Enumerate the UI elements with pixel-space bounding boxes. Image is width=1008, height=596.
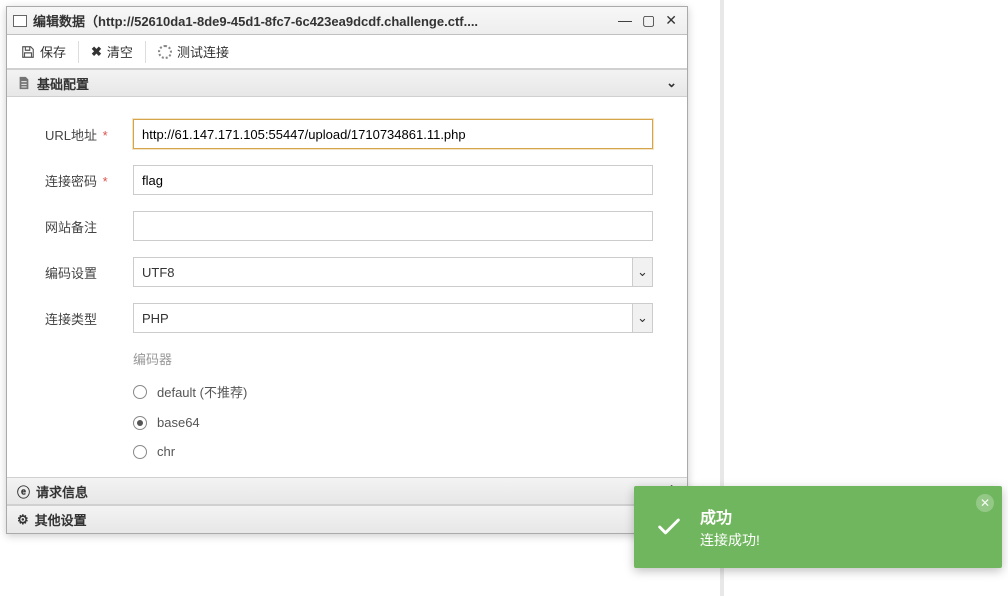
section-other-header[interactable]: ⚙ 其他设置 ⌃ bbox=[7, 505, 687, 533]
window-icon bbox=[13, 15, 27, 27]
section-request-title: 请求信息 bbox=[36, 482, 88, 501]
test-label: 测试连接 bbox=[177, 42, 229, 61]
note-input[interactable] bbox=[133, 211, 653, 241]
required-mark: * bbox=[103, 128, 108, 143]
encoder-option-label: chr bbox=[157, 444, 175, 459]
conntype-value: PHP bbox=[142, 311, 632, 326]
save-label: 保存 bbox=[40, 42, 66, 61]
row-note: 网站备注 bbox=[45, 211, 663, 241]
encoder-option-default[interactable]: default (不推荐) bbox=[133, 382, 663, 401]
save-button[interactable]: 保存 bbox=[11, 38, 76, 65]
toast-body: 连接成功! bbox=[700, 530, 760, 550]
encoder-heading: 编码器 bbox=[133, 349, 663, 368]
section-basic-header[interactable]: 基础配置 ⌄ bbox=[7, 69, 687, 97]
close-button[interactable]: ✕ bbox=[665, 12, 677, 29]
titlebar[interactable]: 编辑数据（http://52610da1-8de9-45d1-8fc7-6c42… bbox=[7, 7, 687, 35]
row-encoding: 编码设置 UTF8 ⌄ bbox=[45, 257, 663, 287]
chevron-down-icon: ⌄ bbox=[632, 304, 652, 332]
section-request-header[interactable]: ⓔ 请求信息 ⌃ bbox=[7, 477, 687, 505]
encoder-option-base64[interactable]: base64 bbox=[133, 415, 663, 430]
maximize-button[interactable]: ▢ bbox=[642, 12, 655, 29]
clear-icon: ✖ bbox=[91, 44, 102, 60]
encoder-option-label: default (不推荐) bbox=[157, 382, 247, 401]
globe-icon: ⓔ bbox=[17, 482, 30, 501]
edit-data-window: 编辑数据（http://52610da1-8de9-45d1-8fc7-6c42… bbox=[6, 6, 688, 534]
basic-panel: URL地址 * 连接密码 * 网站备注 bbox=[7, 97, 687, 477]
basic-panel-scroll[interactable]: URL地址 * 连接密码 * 网站备注 bbox=[7, 97, 687, 477]
conntype-label: 连接类型 bbox=[45, 309, 133, 328]
encoder-option-chr[interactable]: chr bbox=[133, 444, 663, 459]
required-mark: * bbox=[103, 174, 108, 189]
success-toast: 成功 连接成功! ✕ bbox=[634, 486, 1002, 568]
clear-button[interactable]: ✖ 清空 bbox=[81, 38, 143, 65]
gear-icon: ⚙ bbox=[17, 512, 29, 528]
password-label: 连接密码 * bbox=[45, 171, 133, 190]
window-title: 编辑数据（http://52610da1-8de9-45d1-8fc7-6c42… bbox=[33, 11, 614, 30]
note-label: 网站备注 bbox=[45, 217, 133, 236]
window-controls: — ▢ ✕ bbox=[614, 12, 681, 29]
spinner-icon bbox=[158, 45, 172, 59]
radio-icon bbox=[133, 445, 147, 459]
encoder-option-label: base64 bbox=[157, 415, 200, 430]
chevron-down-icon: ⌄ bbox=[632, 258, 652, 286]
toolbar-sep bbox=[145, 41, 146, 63]
encoding-label: 编码设置 bbox=[45, 263, 133, 282]
toast-close-button[interactable]: ✕ bbox=[976, 494, 994, 512]
row-password: 连接密码 * bbox=[45, 165, 663, 195]
save-icon bbox=[21, 45, 35, 59]
conntype-select[interactable]: PHP ⌄ bbox=[133, 303, 653, 333]
encoder-group: 编码器 default (不推荐) base64 chr bbox=[133, 349, 663, 459]
row-conntype: 连接类型 PHP ⌄ bbox=[45, 303, 663, 333]
section-basic-title: 基础配置 bbox=[37, 74, 89, 93]
section-other-title: 其他设置 bbox=[35, 510, 87, 529]
chevron-down-icon: ⌄ bbox=[666, 75, 677, 91]
encoding-select[interactable]: UTF8 ⌄ bbox=[133, 257, 653, 287]
password-input[interactable] bbox=[133, 165, 653, 195]
radio-icon bbox=[133, 416, 147, 430]
url-label: URL地址 * bbox=[45, 125, 133, 144]
toolbar-sep bbox=[78, 41, 79, 63]
minimize-button[interactable]: — bbox=[618, 12, 632, 29]
check-icon bbox=[652, 510, 686, 544]
clear-label: 清空 bbox=[107, 42, 133, 61]
document-icon bbox=[17, 76, 31, 90]
toolbar: 保存 ✖ 清空 测试连接 bbox=[7, 35, 687, 69]
url-input[interactable] bbox=[133, 119, 653, 149]
test-connection-button[interactable]: 测试连接 bbox=[148, 38, 239, 65]
radio-icon bbox=[133, 385, 147, 399]
row-url: URL地址 * bbox=[45, 119, 663, 149]
toast-title: 成功 bbox=[700, 504, 760, 528]
encoding-value: UTF8 bbox=[142, 265, 632, 280]
